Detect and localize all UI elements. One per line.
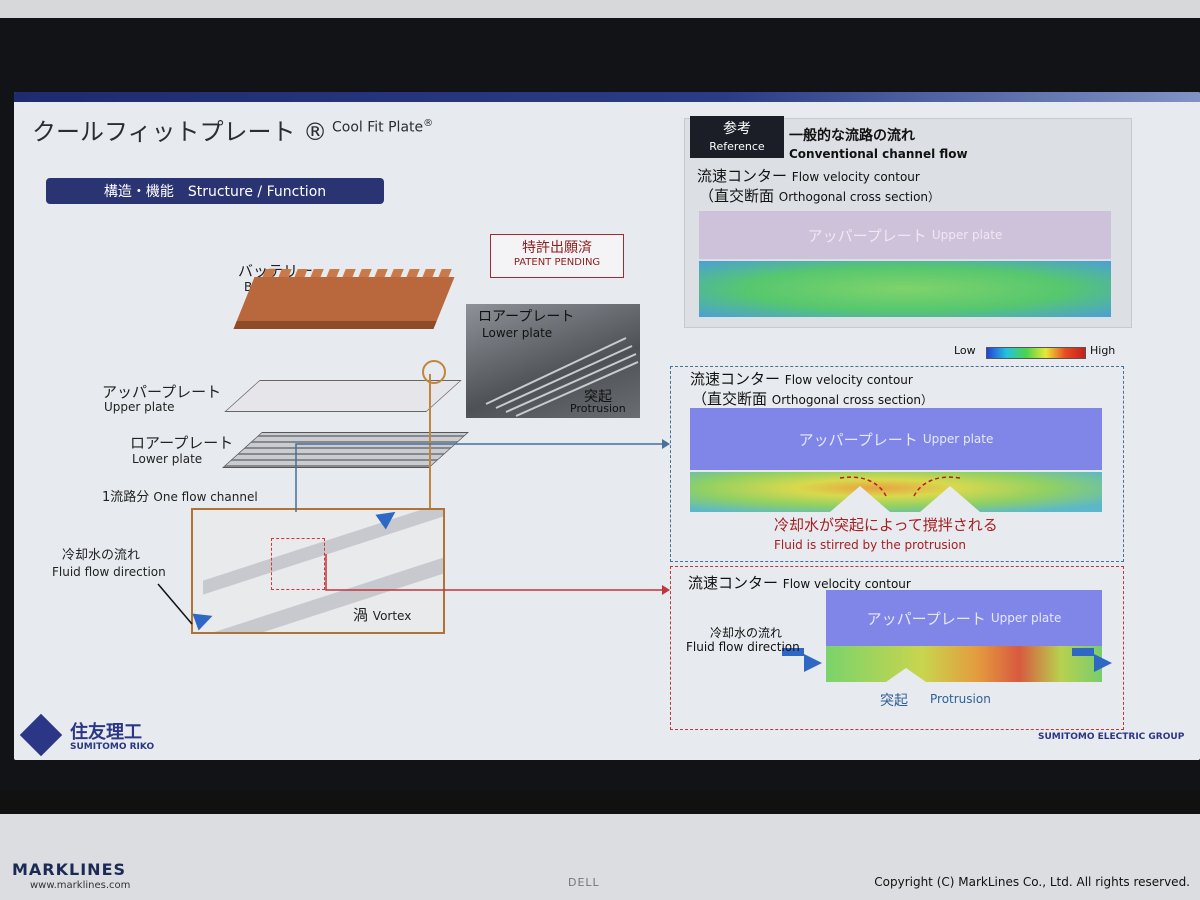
- marklines-logo: MARKLINES: [12, 860, 127, 879]
- reference-tag-en: Reference: [709, 140, 765, 153]
- blue-leader-arrow: [662, 439, 670, 449]
- legend-low: Low: [954, 344, 976, 357]
- contour2-upper-plate: アッパープレート Upper plate: [826, 590, 1102, 646]
- monitor-top-edge: [0, 0, 1200, 18]
- reference-section-ja: （直交断面: [699, 187, 775, 205]
- contour2-title-en: Flow velocity contour: [782, 577, 911, 591]
- contour2-protrusion-shape: [886, 668, 926, 682]
- reference-contour-label: 流速コンター Flow velocity contour: [697, 165, 920, 186]
- slide-screen: クールフィットプレート ® Cool Fit Plate® 構造・機能 Stru…: [14, 92, 1200, 760]
- company-name-ja: 住友理工: [70, 722, 142, 743]
- contour1-upper-ja: アッパープレート: [798, 430, 918, 449]
- contour1-protrusion-shape: [830, 476, 980, 512]
- velocity-legend-bar: [986, 347, 1086, 359]
- contour1-upper-en: Upper plate: [922, 432, 994, 446]
- red-leader-line: [325, 554, 662, 591]
- reference-section-label: （直交断面 Orthogonal cross section）: [699, 185, 940, 206]
- contour2-arrow-in: [804, 654, 822, 672]
- fluid-leader-line: [157, 583, 193, 625]
- reference-heading-ja: 一般的な流路の流れ: [789, 128, 915, 144]
- contour1-title-en: Flow velocity contour: [784, 373, 913, 387]
- legend-high: High: [1090, 344, 1116, 357]
- protrusion-bump: [886, 668, 926, 682]
- monitor-brand: DELL: [568, 876, 600, 889]
- contour2-title-ja: 流速コンター: [688, 574, 779, 592]
- reference-upper-plate: アッパープレート Upper plate: [699, 211, 1111, 259]
- reference-upper-en: Upper plate: [931, 228, 1003, 242]
- reference-contour-en: Flow velocity contour: [791, 170, 920, 184]
- contour1-section-ja: （直交断面: [692, 390, 768, 408]
- contour2-upper-ja: アッパープレート: [866, 609, 986, 628]
- lower-plate-photo: ロアープレート Lower plate 突起 Protrusion: [466, 304, 640, 418]
- contour2-protrusion-ja: 突起: [880, 693, 908, 709]
- photo-lower-ja: ロアープレート: [478, 309, 575, 325]
- contour2-arrow-out: [1094, 654, 1112, 672]
- patent-ja: 特許出願済: [522, 240, 592, 256]
- contour1-caption-ja: 冷却水が突起によって撹拌される: [774, 516, 998, 534]
- group-name: SUMITOMO ELECTRIC GROUP: [1038, 732, 1185, 742]
- contour1-title: 流速コンター Flow velocity contour: [690, 368, 913, 389]
- reference-heading-en: Conventional channel flow: [789, 147, 968, 161]
- contour2-fluid-en: Fluid flow direction: [686, 640, 800, 654]
- company-name-en: SUMITOMO RIKO: [70, 742, 155, 752]
- contour1-upper-plate: アッパープレート Upper plate: [690, 408, 1102, 470]
- photo-lower-en: Lower plate: [482, 326, 553, 340]
- reference-upper-ja: アッパープレート: [807, 226, 927, 245]
- patent-pending-box: 特許出願済 PATENT PENDING: [490, 234, 624, 278]
- contour2-fluid-ja: 冷却水の流れ: [710, 626, 783, 640]
- photo-protrusion-en: Protrusion: [570, 402, 626, 415]
- reference-flow-contour: [699, 261, 1111, 317]
- reference-contour-ja: 流速コンター: [697, 167, 788, 185]
- reference-tag: 参考 Reference: [690, 116, 784, 158]
- contour2-arrow-out-shaft: [1072, 648, 1094, 656]
- patent-en: PATENT PENDING: [513, 257, 601, 268]
- reference-section-en: Orthogonal cross section）: [778, 190, 941, 204]
- copyright-text: Copyright (C) MarkLines Co., Ltd. All ri…: [874, 875, 1190, 889]
- contour1-caption-en: Fluid is stirred by the protrusion: [774, 538, 966, 552]
- protrusion-right: [920, 486, 980, 512]
- contour1-section-en: Orthogonal cross section）: [771, 393, 934, 407]
- contour1-flow: [690, 472, 1102, 512]
- blue-leader-line: [295, 443, 662, 512]
- contour2-upper-en: Upper plate: [990, 611, 1062, 625]
- contour2-flow: [826, 646, 1102, 682]
- marklines-url: www.marklines.com: [30, 880, 131, 891]
- contour2-protrusion-en: Protrusion: [930, 692, 991, 706]
- red-leader-arrow: [662, 585, 670, 595]
- contour1-title-ja: 流速コンター: [690, 370, 781, 388]
- monitor-bottom-bezel: [0, 790, 1200, 814]
- reference-tag-ja: 参考: [723, 121, 751, 137]
- contour1-section: （直交断面 Orthogonal cross section）: [692, 388, 933, 409]
